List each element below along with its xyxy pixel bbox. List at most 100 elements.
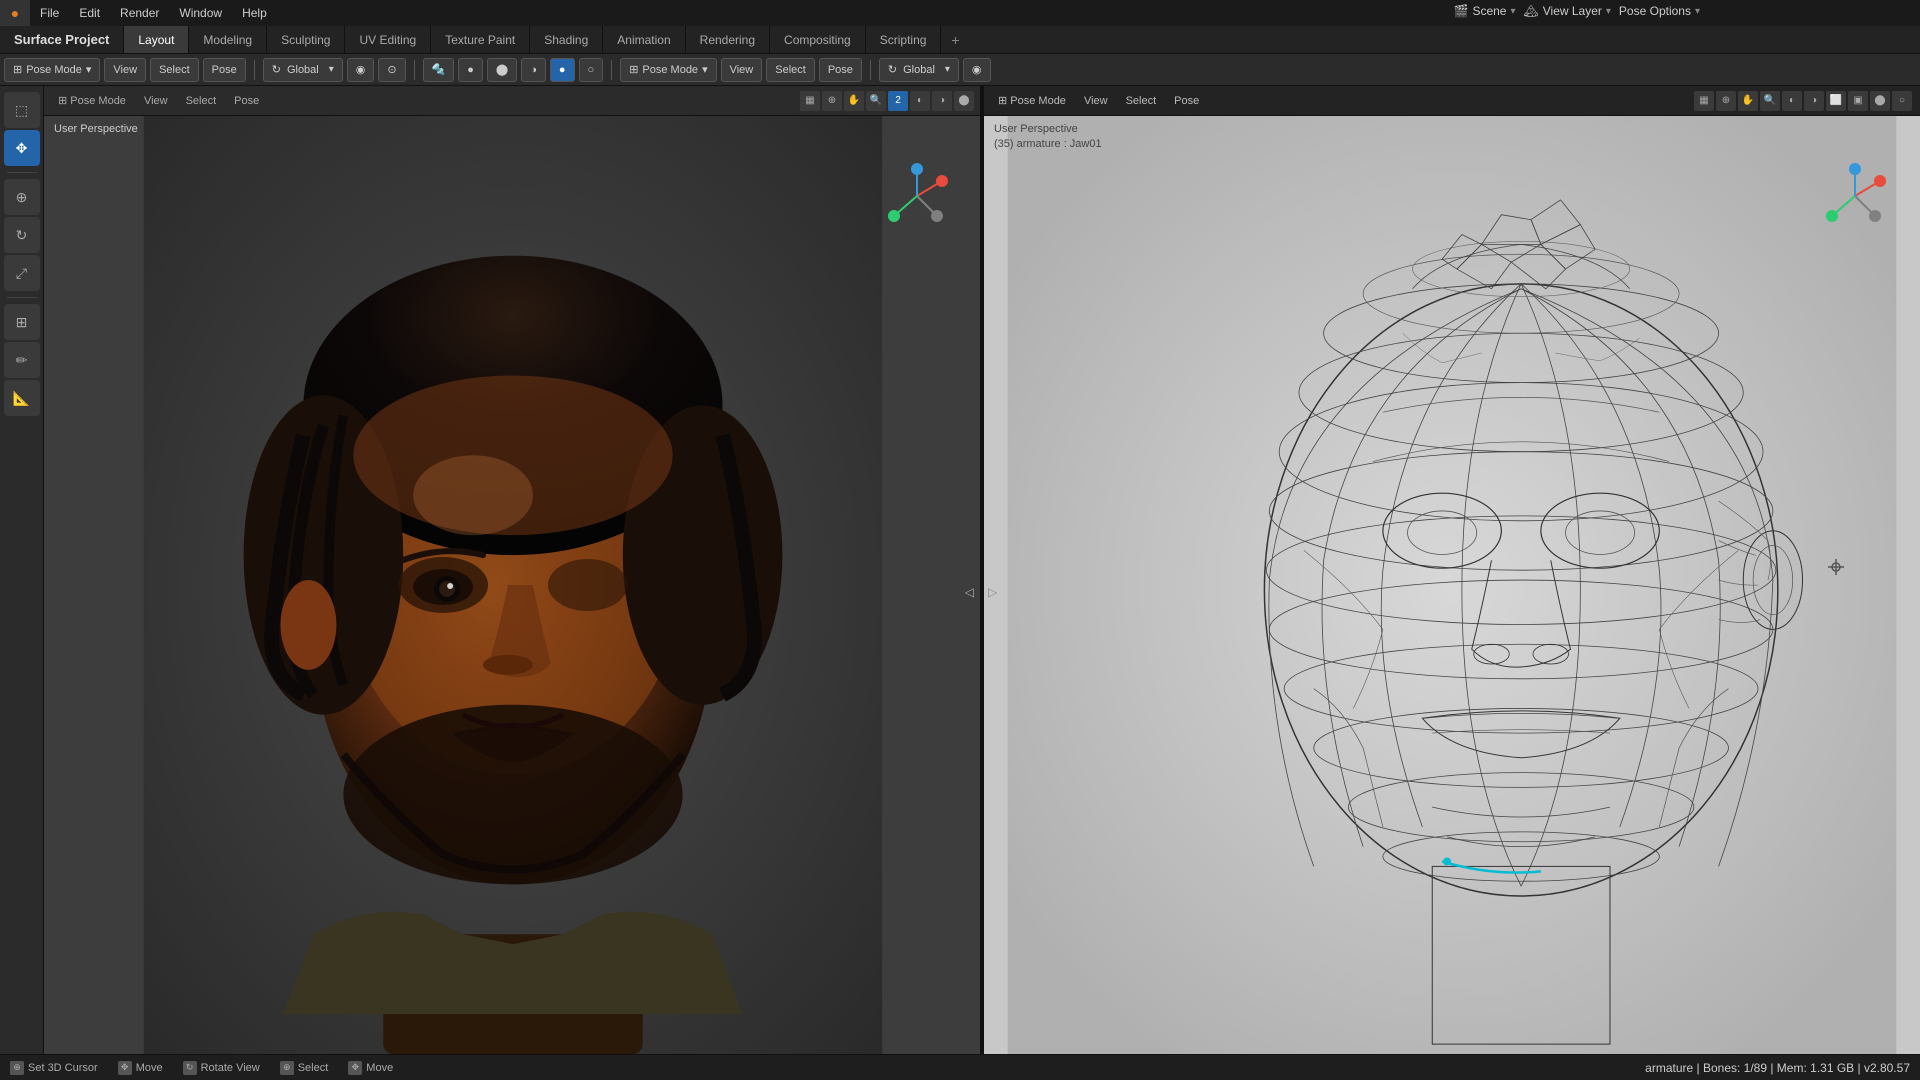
right-viewport-header: ⊞ Pose Mode View Select Pose ▦ ⊕ ✋ 🔍 ◐ ◑…: [984, 86, 1920, 116]
armature-icon-right: ⊞: [629, 63, 638, 76]
grid-icon[interactable]: ▦: [800, 91, 820, 111]
annotate-tool-btn[interactable]: ✏: [4, 342, 40, 378]
pose-mode-btn-right[interactable]: ⊞ Pose Mode ▾: [620, 58, 716, 82]
move-tool-btn[interactable]: ✥: [4, 130, 40, 166]
pose-btn-right[interactable]: Pose: [819, 58, 862, 82]
right-split-toggle-arrow[interactable]: ▷: [988, 585, 997, 599]
tab-compositing[interactable]: Compositing: [770, 26, 866, 53]
orientation-label-right: Global: [903, 64, 935, 76]
pose-options-label: Pose Options: [1619, 4, 1691, 18]
transform-tool-btn[interactable]: ⊞: [4, 304, 40, 340]
viewport-shading-rendered[interactable]: ●: [550, 58, 575, 82]
tab-sculpting[interactable]: Sculpting: [267, 26, 345, 53]
viewport-3d-icon[interactable]: ⬤: [954, 91, 974, 111]
pose-mode-chevron-right: ▾: [702, 63, 708, 76]
menu-items: File Edit Render Window Help: [30, 0, 277, 26]
select-box-icon: ⬚: [15, 102, 28, 119]
viewport-overlay-icon[interactable]: ◑: [932, 91, 952, 111]
select-btn-left[interactable]: Select: [150, 58, 199, 82]
hand-icon[interactable]: ✋: [844, 91, 864, 111]
split-toggle-arrow[interactable]: ◁: [965, 585, 974, 599]
pivot-btn-right[interactable]: ◉: [963, 58, 991, 82]
right-3d-gizmo[interactable]: [1820, 161, 1890, 231]
transform-pivot-btn[interactable]: ◉: [347, 58, 375, 82]
right-viewport[interactable]: ⊞ Pose Mode View Select Pose ▦ ⊕ ✋ 🔍 ◐ ◑…: [982, 86, 1920, 1054]
right-wire2-icon[interactable]: ◑: [1804, 91, 1824, 111]
blender-logo: ●: [0, 0, 30, 26]
tab-uv-editing[interactable]: UV Editing: [345, 26, 431, 53]
menu-edit[interactable]: Edit: [69, 0, 110, 26]
right-bone-icon[interactable]: ⊕: [1716, 91, 1736, 111]
menu-window[interactable]: Window: [169, 0, 232, 26]
pose-mode-chevron: ▾: [86, 63, 92, 76]
pivot-icon-right: ◉: [972, 63, 982, 76]
armature-icon-vp: ⊞: [58, 95, 67, 107]
tab-modeling[interactable]: Modeling: [189, 26, 267, 53]
snap-btn[interactable]: 🔩: [423, 58, 455, 82]
search-icon[interactable]: 🔍: [866, 91, 886, 111]
status-rotate-label: Rotate View: [201, 1062, 260, 1074]
right-vp-pose[interactable]: Pose: [1168, 93, 1205, 109]
left-viewport[interactable]: ⊞ Pose Mode View Select Pose ▦ ⊕ ✋ 🔍 2 ◐…: [44, 86, 982, 1054]
view-btn-left[interactable]: View: [104, 58, 146, 82]
right-wire5-icon[interactable]: ⬤: [1870, 91, 1890, 111]
scene-selector-inner[interactable]: 🎬 Scene ▾: [1453, 4, 1515, 18]
right-vp-mode[interactable]: ⊞ Pose Mode: [992, 92, 1072, 109]
add-workspace-tab[interactable]: +: [941, 26, 969, 53]
left-vp-mode[interactable]: ⊞ Pose Mode: [52, 92, 132, 109]
viewport-split-divider[interactable]: [980, 86, 984, 1054]
view-btn-right[interactable]: View: [721, 58, 763, 82]
right-viewport-canvas[interactable]: ▷: [984, 116, 1920, 1054]
bone-icon[interactable]: ⊕: [822, 91, 842, 111]
tab-texture-paint[interactable]: Texture Paint: [431, 26, 530, 53]
left-3d-gizmo[interactable]: [882, 161, 952, 231]
right-grid-icon[interactable]: ▦: [1694, 91, 1714, 111]
tab-scripting[interactable]: Scripting: [866, 26, 942, 53]
left-vp-pose[interactable]: Pose: [228, 93, 265, 109]
select-btn-right[interactable]: Select: [766, 58, 815, 82]
menu-render[interactable]: Render: [110, 0, 169, 26]
right-wire1-icon[interactable]: ◐: [1782, 91, 1802, 111]
tab-animation[interactable]: Animation: [603, 26, 685, 53]
proportional-btn[interactable]: ⊙: [378, 58, 405, 82]
right-wire3-icon[interactable]: ⬜: [1826, 91, 1846, 111]
global-orientation-btn[interactable]: ↻ Global: [263, 58, 343, 82]
pose-mode-btn[interactable]: ⊞ Pose Mode ▾: [4, 58, 100, 82]
right-wire6-icon[interactable]: ○: [1892, 91, 1912, 111]
color-scheme-btn[interactable]: ●: [458, 58, 483, 82]
view-layer-selector[interactable]: 🏔 View Layer ▾: [1524, 4, 1611, 18]
left-vp-select[interactable]: Select: [180, 93, 223, 109]
pose-btn-left[interactable]: Pose: [203, 58, 246, 82]
toolbar-sep-2: [414, 60, 415, 80]
right-vp-select[interactable]: Select: [1120, 93, 1163, 109]
viewport-shading-material[interactable]: ◑: [521, 58, 546, 82]
status-bar: ⊕ Set 3D Cursor ✥ Move ↻ Rotate View ⊕ S…: [0, 1054, 1920, 1080]
status-select: ⊕ Select: [280, 1061, 329, 1075]
tab-rendering[interactable]: Rendering: [686, 26, 770, 53]
right-vp-view[interactable]: View: [1078, 93, 1114, 109]
project-name: Surface Project: [0, 26, 124, 53]
left-viewport-canvas[interactable]: ◁: [44, 116, 982, 1054]
right-hand-icon[interactable]: ✋: [1738, 91, 1758, 111]
viewport-shading-wire[interactable]: ○: [579, 58, 604, 82]
right-wire4-icon[interactable]: ▣: [1848, 91, 1868, 111]
status-select-label: Select: [298, 1062, 329, 1074]
toolbar-sep-4: [870, 60, 871, 80]
measure-tool-btn[interactable]: 📐: [4, 380, 40, 416]
viewport-2d-icon[interactable]: 2: [888, 91, 908, 111]
cursor-tool-btn[interactable]: ⊕: [4, 179, 40, 215]
pose-options-btn[interactable]: Pose Options ▾: [1619, 4, 1700, 18]
scale-tool-btn[interactable]: ⤢: [4, 255, 40, 291]
tab-shading[interactable]: Shading: [530, 26, 603, 53]
viewport-extra-icon[interactable]: ◐: [910, 91, 930, 111]
pose-label-right: Pose: [828, 64, 853, 76]
menu-file[interactable]: File: [30, 0, 69, 26]
global-orientation-right[interactable]: ↻ Global: [879, 58, 959, 82]
right-search-icon[interactable]: 🔍: [1760, 91, 1780, 111]
tab-layout[interactable]: Layout: [124, 26, 189, 53]
rotate-tool-btn[interactable]: ↻: [4, 217, 40, 253]
left-vp-view[interactable]: View: [138, 93, 174, 109]
menu-help[interactable]: Help: [232, 0, 277, 26]
viewport-shading-solid[interactable]: ⬤: [487, 58, 517, 82]
select-tool-btn[interactable]: ⬚: [4, 92, 40, 128]
